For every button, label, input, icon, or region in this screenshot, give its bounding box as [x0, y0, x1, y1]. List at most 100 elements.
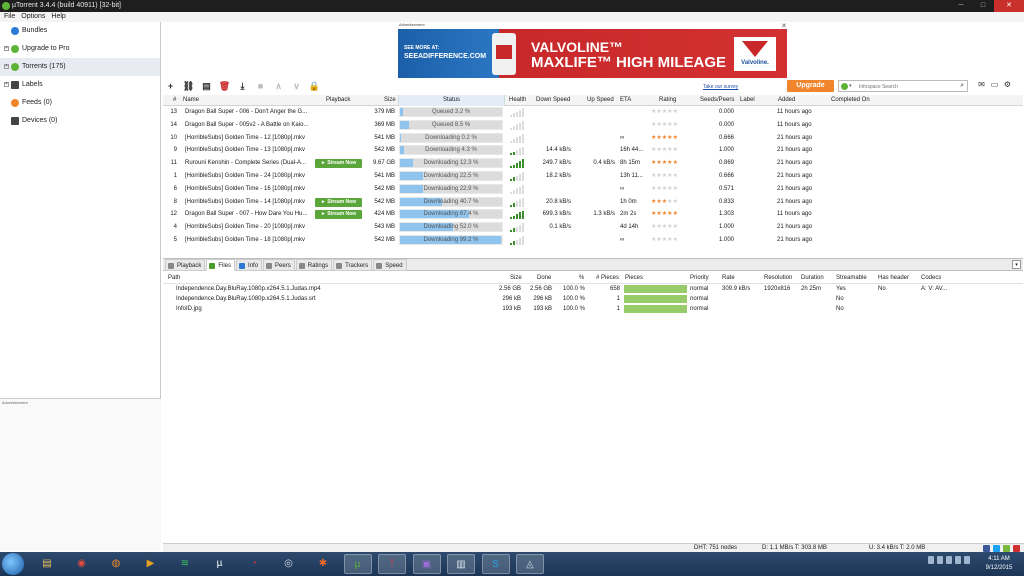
- doc-icon[interactable]: ▥: [447, 554, 475, 574]
- sidebar-item-torrents[interactable]: + Torrents (175): [0, 58, 160, 76]
- search-icon[interactable]: ⌕: [960, 82, 964, 90]
- chat-icon[interactable]: ✉: [977, 80, 986, 90]
- skype-icon[interactable]: S: [481, 554, 510, 574]
- torrent-row[interactable]: 8 [HorribleSubs] Golden Time - 14 [1080p]…: [163, 196, 1023, 209]
- android-icon[interactable]: [1003, 545, 1010, 552]
- col-priority[interactable]: Priority: [690, 273, 709, 284]
- torrent-row[interactable]: 12 Dragon Ball Super - 007 - How Dare You…: [163, 208, 1023, 221]
- torrent-row[interactable]: 6 [HorribleSubs] Golden Time - 16 [1080p]…: [163, 183, 1023, 196]
- tab-ratings[interactable]: Ratings: [295, 259, 333, 271]
- utorrent-running-icon[interactable]: µ: [343, 554, 372, 574]
- firefox-icon[interactable]: ◍: [102, 554, 130, 574]
- file-row[interactable]: Independence.Day.BluRay.1080p.x264.5.1.J…: [163, 284, 1023, 294]
- taskbar-clock[interactable]: 4:11 AM 9/12/2015: [979, 555, 1019, 573]
- twitter-icon[interactable]: [993, 545, 1000, 552]
- menu-options[interactable]: Options: [21, 12, 45, 22]
- col-duration[interactable]: Duration: [801, 273, 824, 284]
- purple-app-icon[interactable]: ▣: [412, 554, 441, 574]
- torrent-row[interactable]: 14 Dragon Ball Super - 005v2 - A Battle o…: [163, 119, 1023, 132]
- expand-icon[interactable]: +: [4, 82, 9, 87]
- col-rating[interactable]: Rating: [659, 95, 676, 106]
- sidebar-item-upgrade[interactable]: + Upgrade to Pro: [0, 40, 160, 58]
- tab-playback[interactable]: Playback: [165, 259, 206, 271]
- paint-icon[interactable]: ◬: [516, 554, 544, 574]
- sidebar-item-bundles[interactable]: Bundles: [0, 22, 160, 40]
- torrent-row[interactable]: 10 [HorribleSubs] Golden Time - 12 [1080p…: [163, 132, 1023, 145]
- explorer-icon[interactable]: ▤: [33, 554, 61, 574]
- create-torrent-icon[interactable]: ▤: [199, 80, 214, 92]
- col-done[interactable]: Done: [537, 273, 551, 284]
- utorrent-app-icon[interactable]: µ: [206, 554, 234, 574]
- sidebar-item-devices[interactable]: Devices (0): [0, 112, 160, 130]
- sidebar-item-feeds[interactable]: Feeds (0): [0, 94, 160, 112]
- search-input[interactable]: [859, 82, 955, 91]
- col-path[interactable]: Path: [168, 273, 180, 284]
- maximize-button[interactable]: □: [972, 0, 994, 12]
- col-resolution[interactable]: Resolution: [764, 273, 792, 284]
- tool-icon[interactable]: ✱: [309, 554, 337, 574]
- col-added[interactable]: Added: [778, 95, 795, 106]
- torrent-row[interactable]: 13 Dragon Ball Super - 006 - Don't Anger …: [163, 106, 1023, 119]
- col-playback[interactable]: Playback: [326, 95, 350, 106]
- rating-stars[interactable]: ★★★★★: [651, 196, 691, 209]
- close-button[interactable]: ✕: [994, 0, 1024, 12]
- media-player-icon[interactable]: ▶: [137, 554, 165, 574]
- sidebar-item-labels[interactable]: + Labels: [0, 76, 160, 94]
- red-app-icon[interactable]: ᛉ: [378, 554, 406, 574]
- tab-info[interactable]: Info: [236, 259, 263, 271]
- tab-files[interactable]: Files: [206, 259, 236, 271]
- survey-link[interactable]: Take our survey: [703, 84, 738, 90]
- rating-stars[interactable]: ★★★★★: [651, 119, 691, 132]
- chrome-icon[interactable]: ◉: [68, 554, 96, 574]
- file-row[interactable]: Independence.Day.BluRay.1080p.x264.5.1.J…: [163, 294, 1023, 304]
- rating-stars[interactable]: ★★★★★: [651, 221, 691, 234]
- col-completed-on[interactable]: Completed On: [831, 95, 870, 106]
- torrent-row[interactable]: 11 Rurouni Kenshin - Complete Series (Dua…: [163, 157, 1023, 170]
- upgrade-button[interactable]: Upgrade: [787, 80, 834, 92]
- stop-icon[interactable]: ■: [253, 80, 268, 92]
- col-streamable[interactable]: Streamable: [836, 273, 867, 284]
- col-health[interactable]: Health: [509, 95, 526, 106]
- move-up-icon[interactable]: ∧: [271, 80, 286, 92]
- torrent-row[interactable]: 9 [HorribleSubs] Golden Time - 13 [1080p]…: [163, 144, 1023, 157]
- app-icon[interactable]: ◔: [240, 554, 268, 574]
- torrent-row[interactable]: 4 [HorribleSubs] Golden Time - 20 [1080p]…: [163, 221, 1023, 234]
- tab-trackers[interactable]: Trackers: [333, 259, 373, 271]
- move-down-icon[interactable]: ∨: [289, 80, 304, 92]
- expand-icon[interactable]: +: [4, 46, 9, 51]
- search-box[interactable]: ▾ ⌕: [838, 80, 968, 92]
- menu-help[interactable]: Help: [51, 12, 65, 22]
- download-icon[interactable]: ⤓: [235, 80, 250, 92]
- tray-flag-icon[interactable]: [937, 556, 943, 564]
- col-number[interactable]: #: [173, 95, 176, 106]
- rating-stars[interactable]: ★★★★★: [651, 132, 691, 145]
- col-has-header[interactable]: Has header: [878, 273, 909, 284]
- stream-now-button[interactable]: ► Stream Now: [315, 197, 362, 207]
- steam-icon[interactable]: ◎: [275, 554, 303, 574]
- rating-stars[interactable]: ★★★★★: [651, 183, 691, 196]
- torrent-row[interactable]: 5 [HorribleSubs] Golden Time - 18 [1080p]…: [163, 234, 1023, 247]
- lock-icon[interactable]: 🔒: [307, 80, 322, 92]
- menu-file[interactable]: File: [4, 12, 15, 22]
- facebook-icon[interactable]: [983, 545, 990, 552]
- col-file-size[interactable]: Size: [510, 273, 522, 284]
- col-label[interactable]: Label: [740, 95, 755, 106]
- col-eta[interactable]: ETA: [620, 95, 631, 106]
- file-row[interactable]: InfoID.jpg 193 kB 193 kB 100.0 % 1 normal No: [163, 304, 1023, 314]
- col-codecs[interactable]: Codecs: [921, 273, 941, 284]
- tray-network-icon[interactable]: [946, 556, 952, 564]
- tab-speed[interactable]: Speed: [373, 259, 407, 271]
- tab-peers[interactable]: Peers: [263, 259, 295, 271]
- torrent-row[interactable]: 1 [HorribleSubs] Golden Time - 24 [1080p]…: [163, 170, 1023, 183]
- ad-banner[interactable]: SEE MORE AT: SEEADIFFERENCE.COM VALVOLIN…: [398, 29, 787, 78]
- collapse-panel-icon[interactable]: ▾: [1012, 260, 1021, 269]
- alert-icon[interactable]: [1013, 545, 1020, 552]
- col-rate[interactable]: Rate: [722, 273, 735, 284]
- col-size[interactable]: Size: [384, 95, 396, 106]
- col-name[interactable]: Name: [183, 95, 199, 106]
- stream-now-button[interactable]: ► Stream Now: [315, 210, 362, 220]
- col-pieces[interactable]: Pieces: [625, 273, 643, 284]
- col-up-speed[interactable]: Up Speed: [587, 95, 614, 106]
- rating-stars[interactable]: ★★★★★: [651, 157, 691, 170]
- col-seeds-peers[interactable]: Seeds/Peers: [700, 95, 734, 106]
